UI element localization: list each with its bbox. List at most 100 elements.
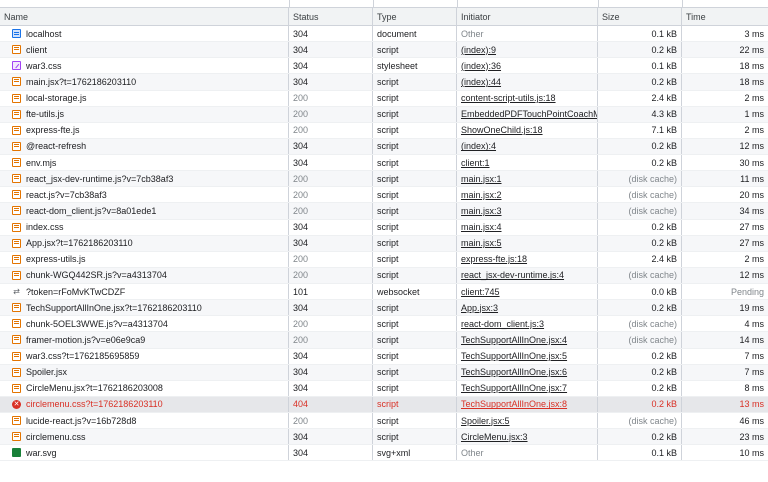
table-row[interactable]: lucide-react.js?v=16b728d8 200 script Spoil… bbox=[0, 413, 768, 430]
request-initiator-cell[interactable]: main.jsx:1 bbox=[457, 171, 598, 187]
initiator-link[interactable]: content-script-utils.js:18 bbox=[461, 93, 556, 103]
table-row[interactable]: war3.css?t=1762185695859 304 script TechSup… bbox=[0, 348, 768, 365]
column-header-status[interactable]: Status bbox=[289, 8, 373, 25]
request-name-cell[interactable]: chunk-5OEL3WWE.js?v=a4313704 bbox=[0, 316, 289, 332]
initiator-link[interactable]: TechSupportAllInOne.jsx:8 bbox=[461, 399, 567, 409]
request-name-cell[interactable]: chunk-WGQ442SR.js?v=a4313704 bbox=[0, 267, 289, 283]
request-name-cell[interactable]: react-dom_client.js?v=8a01ede1 bbox=[0, 203, 289, 219]
initiator-link[interactable]: client:1 bbox=[461, 158, 490, 168]
table-row[interactable]: @react-refresh 304 script (index):4 0.2 kB 12… bbox=[0, 138, 768, 155]
request-initiator-cell[interactable]: main.jsx:3 bbox=[457, 203, 598, 219]
request-initiator-cell[interactable]: CircleMenu.jsx:3 bbox=[457, 429, 598, 445]
initiator-link[interactable]: CircleMenu.jsx:3 bbox=[461, 432, 528, 442]
initiator-link[interactable]: ShowOneChild.js:18 bbox=[461, 125, 543, 135]
request-initiator-cell[interactable]: TechSupportAllInOne.jsx:6 bbox=[457, 364, 598, 380]
initiator-link[interactable]: TechSupportAllInOne.jsx:4 bbox=[461, 335, 567, 345]
table-row[interactable]: local-storage.js 200 script content-script-… bbox=[0, 90, 768, 107]
table-row[interactable]: CircleMenu.jsx?t=1762186203008 304 script T… bbox=[0, 380, 768, 397]
initiator-link[interactable]: react-dom_client.js:3 bbox=[461, 319, 544, 329]
request-initiator-cell[interactable]: main.jsx:4 bbox=[457, 219, 598, 235]
column-header-initiator[interactable]: Initiator bbox=[457, 8, 598, 25]
request-initiator-cell[interactable]: react_jsx-dev-runtime.js:4 bbox=[457, 267, 598, 283]
initiator-link[interactable]: main.jsx:3 bbox=[461, 206, 502, 216]
request-name-cell[interactable]: war3.css bbox=[0, 58, 289, 74]
column-header-size[interactable]: Size bbox=[598, 8, 682, 25]
request-initiator-cell[interactable]: App.jsx:3 bbox=[457, 300, 598, 316]
request-initiator-cell[interactable]: (index):4 bbox=[457, 138, 598, 154]
request-initiator-cell[interactable]: EmbeddedPDFTouchPointCoachM bbox=[457, 106, 598, 122]
initiator-link[interactable]: TechSupportAllInOne.jsx:7 bbox=[461, 383, 567, 393]
request-name-cell[interactable]: framer-motion.js?v=e06e9ca9 bbox=[0, 332, 289, 348]
request-name-cell[interactable]: local-storage.js bbox=[0, 90, 289, 106]
initiator-link[interactable]: express-fte.js:18 bbox=[461, 254, 527, 264]
table-row[interactable]: env.mjs 304 script client:1 0.2 kB 30 ms bbox=[0, 155, 768, 172]
request-initiator-cell[interactable]: ShowOneChild.js:18 bbox=[457, 122, 598, 138]
column-header-name[interactable]: Name bbox=[0, 8, 289, 25]
table-row[interactable]: chunk-WGQ442SR.js?v=a4313704 200 script rea… bbox=[0, 267, 768, 284]
initiator-link[interactable]: main.jsx:2 bbox=[461, 190, 502, 200]
table-row[interactable]: react-dom_client.js?v=8a01ede1 200 script m… bbox=[0, 203, 768, 220]
request-name-cell[interactable]: express-fte.js bbox=[0, 122, 289, 138]
table-row[interactable]: Spoiler.jsx 304 script TechSupportAllInOne.… bbox=[0, 364, 768, 381]
initiator-link[interactable]: (index):36 bbox=[461, 61, 501, 71]
request-name-cell[interactable]: env.mjs bbox=[0, 155, 289, 171]
request-initiator-cell[interactable]: main.jsx:2 bbox=[457, 187, 598, 203]
request-name-cell[interactable]: index.css bbox=[0, 219, 289, 235]
table-row[interactable]: client 304 script (index):9 0.2 kB 22 ms bbox=[0, 42, 768, 59]
request-name-cell[interactable]: fte-utils.js bbox=[0, 106, 289, 122]
request-name-cell[interactable]: TechSupportAllInOne.jsx?t=1762186203110 bbox=[0, 300, 289, 316]
table-row[interactable]: framer-motion.js?v=e06e9ca9 200 script Tech… bbox=[0, 332, 768, 349]
table-row[interactable]: ✕ circlemenu.css?t=1762186203110 404 script… bbox=[0, 396, 768, 413]
table-row[interactable]: react_jsx-dev-runtime.js?v=7cb38af3 200 sc… bbox=[0, 171, 768, 188]
request-name-cell[interactable]: App.jsx?t=1762186203110 bbox=[0, 235, 289, 251]
request-initiator-cell[interactable]: TechSupportAllInOne.jsx:4 bbox=[457, 332, 598, 348]
request-name-cell[interactable]: ⇄ ?token=rFoMvKTwCDZF bbox=[0, 284, 289, 300]
column-header-time[interactable]: Time bbox=[682, 8, 768, 25]
initiator-link[interactable]: react_jsx-dev-runtime.js:4 bbox=[461, 270, 564, 280]
initiator-link[interactable]: App.jsx:3 bbox=[461, 303, 498, 313]
initiator-link[interactable]: TechSupportAllInOne.jsx:6 bbox=[461, 367, 567, 377]
request-initiator-cell[interactable]: main.jsx:5 bbox=[457, 235, 598, 251]
table-row[interactable]: war.svg 304 svg+xml Other 0.1 kB 10 ms bbox=[0, 445, 768, 462]
initiator-link[interactable]: EmbeddedPDFTouchPointCoachM bbox=[461, 109, 597, 119]
request-name-cell[interactable]: client bbox=[0, 42, 289, 58]
table-row[interactable]: index.css 304 script main.jsx:4 0.2 kB 27 ms bbox=[0, 219, 768, 236]
request-name-cell[interactable]: @react-refresh bbox=[0, 138, 289, 154]
request-name-cell[interactable]: CircleMenu.jsx?t=1762186203008 bbox=[0, 380, 289, 396]
initiator-link[interactable]: Spoiler.jsx:5 bbox=[461, 416, 510, 426]
request-name-cell[interactable]: main.jsx?t=1762186203110 bbox=[0, 74, 289, 90]
request-name-cell[interactable]: react.js?v=7cb38af3 bbox=[0, 187, 289, 203]
request-name-cell[interactable]: war.svg bbox=[0, 445, 289, 461]
initiator-link[interactable]: main.jsx:1 bbox=[461, 174, 502, 184]
table-row[interactable]: localhost 304 document Other 0.1 kB 3 ms bbox=[0, 26, 768, 43]
table-row[interactable]: TechSupportAllInOne.jsx?t=1762186203110 3… bbox=[0, 300, 768, 317]
table-row[interactable]: main.jsx?t=1762186203110 304 script (index)… bbox=[0, 74, 768, 91]
initiator-link[interactable]: (index):4 bbox=[461, 141, 496, 151]
request-initiator-cell[interactable]: (index):9 bbox=[457, 42, 598, 58]
request-initiator-cell[interactable]: client:1 bbox=[457, 155, 598, 171]
request-initiator-cell[interactable]: content-script-utils.js:18 bbox=[457, 90, 598, 106]
request-name-cell[interactable]: react_jsx-dev-runtime.js?v=7cb38af3 bbox=[0, 171, 289, 187]
request-name-cell[interactable]: localhost bbox=[0, 26, 289, 42]
initiator-link[interactable]: TechSupportAllInOne.jsx:5 bbox=[461, 351, 567, 361]
request-name-cell[interactable]: express-utils.js bbox=[0, 251, 289, 267]
request-initiator-cell[interactable]: TechSupportAllInOne.jsx:7 bbox=[457, 380, 598, 396]
table-row[interactable]: war3.css 304 stylesheet (index):36 0.1 kB 18 … bbox=[0, 58, 768, 75]
initiator-link[interactable]: client:745 bbox=[461, 287, 500, 297]
request-initiator-cell[interactable]: Spoiler.jsx:5 bbox=[457, 413, 598, 429]
table-row[interactable]: chunk-5OEL3WWE.js?v=a4313704 200 script rea… bbox=[0, 316, 768, 333]
table-row[interactable]: react.js?v=7cb38af3 200 script main.jsx:2 (d… bbox=[0, 187, 768, 204]
table-row[interactable]: App.jsx?t=1762186203110 304 script main.jsx… bbox=[0, 235, 768, 252]
initiator-link[interactable]: (index):9 bbox=[461, 45, 496, 55]
request-name-cell[interactable]: lucide-react.js?v=16b728d8 bbox=[0, 413, 289, 429]
request-initiator-cell[interactable]: (index):36 bbox=[457, 58, 598, 74]
request-initiator-cell[interactable]: express-fte.js:18 bbox=[457, 251, 598, 267]
table-row[interactable]: ⇄ ?token=rFoMvKTwCDZF 101 websocket client:7… bbox=[0, 284, 768, 301]
request-name-cell[interactable]: circlemenu.css bbox=[0, 429, 289, 445]
initiator-link[interactable]: main.jsx:5 bbox=[461, 238, 502, 248]
request-name-cell[interactable]: ✕ circlemenu.css?t=1762186203110 bbox=[0, 396, 289, 412]
request-initiator-cell[interactable]: TechSupportAllInOne.jsx:5 bbox=[457, 348, 598, 364]
request-initiator-cell[interactable]: client:745 bbox=[457, 284, 598, 300]
request-initiator-cell[interactable]: react-dom_client.js:3 bbox=[457, 316, 598, 332]
table-row[interactable]: circlemenu.css 304 script CircleMenu.jsx:3 0… bbox=[0, 429, 768, 446]
